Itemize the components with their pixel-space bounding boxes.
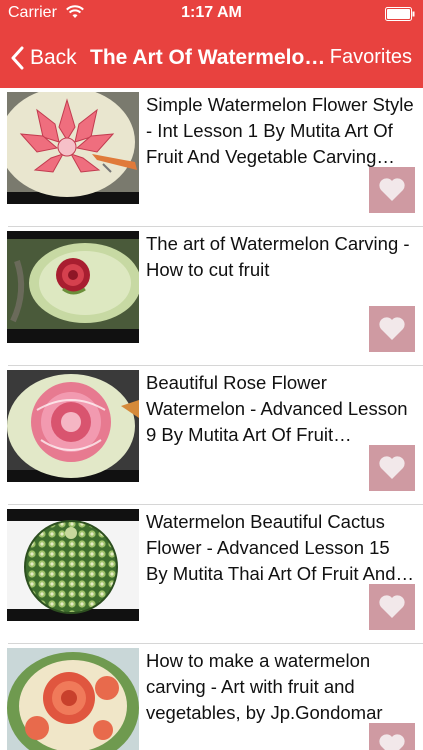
favorite-button[interactable] xyxy=(369,306,415,352)
top-bar: Carrier 1:17 AM Back The Art Of Watermel… xyxy=(0,0,423,88)
back-label: Back xyxy=(30,46,77,69)
video-thumbnail[interactable] xyxy=(7,231,139,343)
video-title: How to make a watermelon carving - Art w… xyxy=(146,650,383,723)
video-list: Simple Watermelon Flower Style - Int Les… xyxy=(0,88,423,750)
heart-icon xyxy=(379,456,405,479)
heart-icon xyxy=(379,317,405,340)
video-list-item[interactable]: Beautiful Rose Flower Watermelon - Advan… xyxy=(0,366,423,505)
video-list-item[interactable]: The art of Watermelon Carving - How to c… xyxy=(0,227,423,366)
favorite-button[interactable] xyxy=(369,723,415,750)
heart-icon xyxy=(379,595,405,618)
status-bar: Carrier 1:17 AM xyxy=(0,0,423,28)
cactus-watermelon-image xyxy=(7,509,139,621)
video-list-item[interactable]: Simple Watermelon Flower Style - Int Les… xyxy=(0,88,423,227)
video-thumbnail[interactable] xyxy=(7,509,139,621)
video-list-item[interactable]: How to make a watermelon carving - Art w… xyxy=(0,644,423,750)
video-thumbnail[interactable] xyxy=(7,92,139,204)
favorite-button[interactable] xyxy=(369,445,415,491)
favorite-button[interactable] xyxy=(369,167,415,213)
lotus-carving-image xyxy=(7,92,139,204)
chevron-left-icon xyxy=(11,46,24,70)
heart-icon xyxy=(379,178,405,201)
clock: 1:17 AM xyxy=(181,4,242,21)
video-thumbnail[interactable] xyxy=(7,648,139,750)
video-title: The art of Watermelon Carving - How to c… xyxy=(146,233,410,280)
back-button[interactable]: Back xyxy=(10,43,77,73)
heart-icon xyxy=(379,734,405,750)
video-title: Simple Watermelon Flower Style - Int Les… xyxy=(146,94,414,167)
favorite-button[interactable] xyxy=(369,584,415,630)
navigation-bar: Back The Art Of Watermelon Carving Favor… xyxy=(0,30,423,86)
page-title: The Art Of Watermelon Carving xyxy=(90,46,334,69)
favorites-button[interactable]: Favorites xyxy=(330,46,412,69)
pink-rose-image xyxy=(7,370,139,482)
red-flower-image xyxy=(7,648,139,750)
rose-rind-image xyxy=(7,231,139,343)
video-title: Beautiful Rose Flower Watermelon - Advan… xyxy=(146,372,408,445)
video-list-item[interactable]: Watermelon Beautiful Cactus Flower - Adv… xyxy=(0,505,423,644)
video-thumbnail[interactable] xyxy=(7,370,139,482)
video-title: Watermelon Beautiful Cactus Flower - Adv… xyxy=(146,511,396,584)
battery-icon xyxy=(385,7,415,21)
